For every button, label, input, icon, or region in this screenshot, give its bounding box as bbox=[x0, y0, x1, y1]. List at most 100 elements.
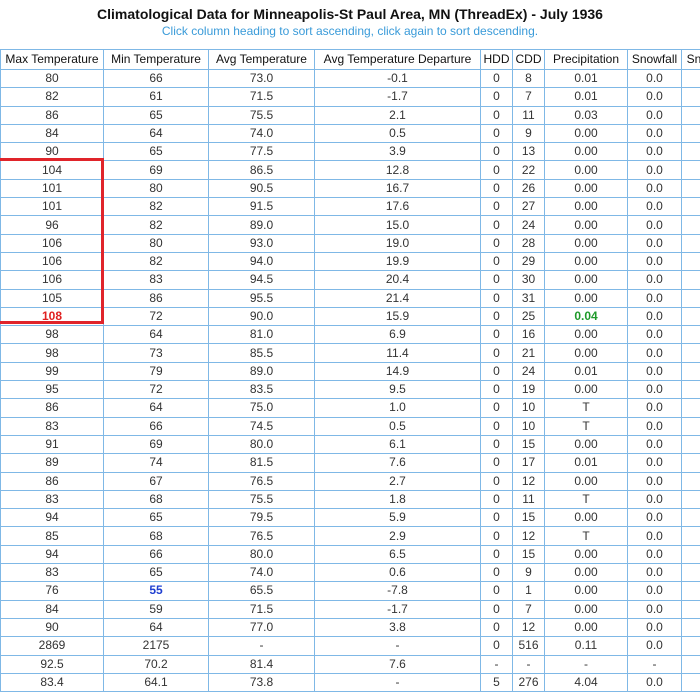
table-cell: 0 bbox=[480, 68, 513, 89]
table-cell: 0.0 bbox=[627, 343, 682, 363]
table-cell: 12.8 bbox=[314, 160, 481, 180]
table-cell: 17.6 bbox=[314, 197, 481, 217]
table-cell bbox=[681, 489, 700, 510]
table-cell: 10 bbox=[512, 398, 545, 418]
table-cell: 82 bbox=[103, 215, 209, 235]
table-cell: 76 bbox=[0, 581, 104, 601]
table-cell: 0.0 bbox=[627, 636, 682, 656]
table-cell: 83 bbox=[103, 270, 209, 290]
table-cell: 15 bbox=[512, 508, 545, 528]
table-cell: 0.03 bbox=[544, 105, 628, 125]
table-cell: - bbox=[208, 636, 315, 656]
table-cell: 0.6 bbox=[314, 563, 481, 583]
table-cell: 0.5 bbox=[314, 416, 481, 436]
table-cell: 101 bbox=[0, 197, 104, 217]
table-cell bbox=[681, 563, 700, 583]
table-cell: 0.0 bbox=[627, 270, 682, 290]
table-cell: 0 bbox=[480, 142, 513, 162]
table-cell: 0.00 bbox=[544, 544, 628, 565]
table-cell: 0.0 bbox=[627, 215, 682, 235]
column-header[interactable]: Max Temperature bbox=[0, 49, 104, 70]
table-cell: 0 bbox=[480, 123, 513, 144]
table-cell bbox=[681, 672, 700, 693]
table-cell: 0.00 bbox=[544, 288, 628, 308]
table-cell: 86 bbox=[0, 105, 104, 125]
table-cell: 106 bbox=[0, 270, 104, 290]
table-cell: 0.0 bbox=[627, 178, 682, 199]
table-cell bbox=[681, 68, 700, 89]
table-cell bbox=[681, 398, 700, 418]
table-cell: 0.00 bbox=[544, 617, 628, 638]
column-header[interactable]: Precipitation bbox=[544, 49, 628, 70]
table-cell: 15 bbox=[512, 434, 545, 455]
table-cell: 0 bbox=[480, 233, 513, 253]
table-cell: 82 bbox=[103, 251, 209, 272]
table-cell: 0.00 bbox=[544, 434, 628, 455]
table-cell: 0 bbox=[480, 178, 513, 199]
table-cell: 7.6 bbox=[314, 654, 481, 674]
table-cell bbox=[681, 270, 700, 290]
table-cell: 0.0 bbox=[627, 581, 682, 601]
table-cell: 0.00 bbox=[544, 233, 628, 253]
table-cell: 73.0 bbox=[208, 68, 315, 89]
table-cell: 2.7 bbox=[314, 471, 481, 491]
table-cell: 90 bbox=[0, 617, 104, 638]
table-cell: 0 bbox=[480, 599, 513, 619]
table-cell: 86 bbox=[103, 288, 209, 308]
table-cell: 0.0 bbox=[627, 105, 682, 125]
table-cell: 96 bbox=[0, 215, 104, 235]
table-body: 80 66 73.0 -0.1 0 8 0.01 0.0 82 61 71.5 -1.7 0 7 0.01 0… bbox=[0, 68, 700, 693]
table-cell: 6.5 bbox=[314, 544, 481, 565]
table-cell: 11 bbox=[512, 489, 545, 510]
table-cell: 72 bbox=[103, 306, 209, 327]
table-cell: 0.0 bbox=[627, 489, 682, 510]
table-cell: 75.5 bbox=[208, 105, 315, 125]
table-cell: 84 bbox=[0, 599, 104, 619]
column-header[interactable]: Avg Temperature Departure bbox=[314, 49, 481, 70]
table-cell: 84 bbox=[0, 123, 104, 144]
table-cell bbox=[681, 380, 700, 400]
table-cell: 106 bbox=[0, 233, 104, 253]
table-cell: 8 bbox=[512, 68, 545, 89]
table-cell: 0.01 bbox=[544, 361, 628, 382]
column-header[interactable]: Min Temperature bbox=[103, 49, 209, 70]
table-cell: 91 bbox=[0, 434, 104, 455]
table-cell: 11.4 bbox=[314, 343, 481, 363]
table-cell: -7.8 bbox=[314, 581, 481, 601]
table-cell: 72 bbox=[103, 380, 209, 400]
table-cell: 83.4 bbox=[0, 672, 104, 693]
table-cell bbox=[681, 544, 700, 565]
table-cell bbox=[681, 215, 700, 235]
table-cell: 0.00 bbox=[544, 563, 628, 583]
table-cell: 26 bbox=[512, 178, 545, 199]
table-cell: 92.5 bbox=[0, 654, 104, 674]
table-cell: 0 bbox=[480, 215, 513, 235]
table-cell: 67 bbox=[103, 471, 209, 491]
column-header[interactable]: CDD bbox=[512, 49, 545, 70]
table-cell: 89.0 bbox=[208, 215, 315, 235]
column-header[interactable]: Sn bbox=[681, 49, 700, 70]
climate-table-container[interactable]: Max Temperature Min Temperature Avg Temper… bbox=[0, 49, 700, 700]
table-cell: 0.0 bbox=[627, 197, 682, 217]
table-cell: 0.0 bbox=[627, 398, 682, 418]
table-cell: 12 bbox=[512, 617, 545, 638]
table-cell: 7 bbox=[512, 599, 545, 619]
column-header[interactable]: HDD bbox=[480, 49, 513, 70]
column-header[interactable]: Snowfall bbox=[627, 49, 682, 70]
table-cell: 6.1 bbox=[314, 434, 481, 455]
table-cell: 77.0 bbox=[208, 617, 315, 638]
table-row: 95 72 83.5 9.5 0 19 0.00 0.0 bbox=[0, 380, 700, 400]
table-cell: 98 bbox=[0, 343, 104, 363]
table-cell: 75.5 bbox=[208, 489, 315, 510]
table-cell: 74 bbox=[103, 453, 209, 473]
table-cell: 65 bbox=[103, 105, 209, 125]
table-cell: 21.4 bbox=[314, 288, 481, 308]
table-cell: 1 bbox=[512, 581, 545, 601]
table-row: 94 65 79.5 5.9 0 15 0.00 0.0 bbox=[0, 508, 700, 528]
column-header[interactable]: Avg Temperature bbox=[208, 49, 315, 70]
table-cell: 12 bbox=[512, 471, 545, 491]
table-cell: 0.0 bbox=[627, 251, 682, 272]
table-cell: 83 bbox=[0, 416, 104, 436]
table-cell: 0.0 bbox=[627, 123, 682, 144]
table-cell bbox=[681, 87, 700, 107]
